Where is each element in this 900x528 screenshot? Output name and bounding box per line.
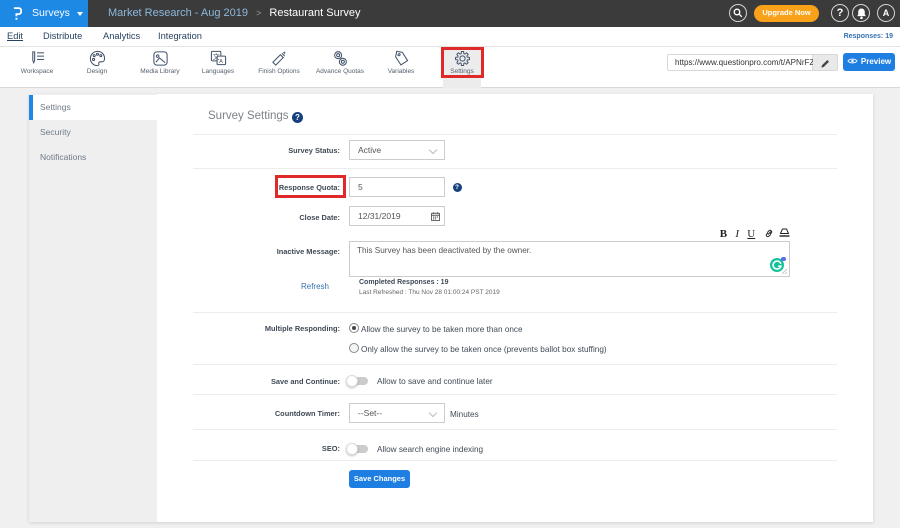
svg-text:A: A <box>219 59 223 65</box>
